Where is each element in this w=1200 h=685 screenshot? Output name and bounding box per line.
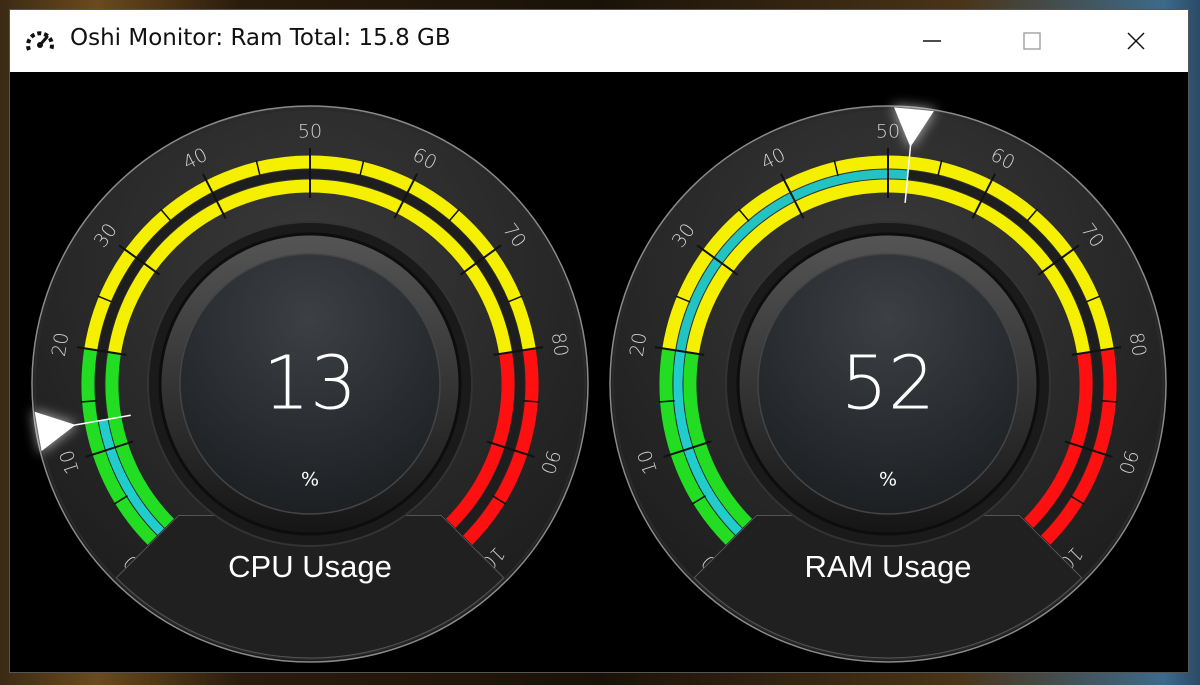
- app-window: Oshi Monitor: Ram Total: 15.8 GB 10 20 3…: [10, 10, 1188, 672]
- tick-label: 20: [626, 331, 652, 358]
- speedometer-icon: [26, 31, 54, 51]
- minimize-icon: [923, 40, 941, 42]
- gauges-canvas: 010203040506070809010013%CPU Usage010203…: [31, 105, 1167, 663]
- ram-unit: %: [879, 469, 897, 491]
- tick-label: 80: [547, 331, 573, 358]
- title-bar[interactable]: Oshi Monitor: Ram Total: 15.8 GB: [10, 10, 1188, 72]
- cpu-title: CPU Usage: [228, 549, 392, 584]
- tick-label: 50: [876, 121, 900, 143]
- cpu-value: 13: [263, 341, 357, 427]
- minimize-button[interactable]: [886, 10, 978, 72]
- cpu-unit: %: [301, 469, 319, 491]
- close-icon: [1127, 32, 1145, 50]
- gauge-cpu: 010203040506070809010013%CPU Usage: [31, 105, 589, 663]
- tick-label: 80: [1125, 331, 1151, 358]
- close-button[interactable]: [1090, 10, 1182, 72]
- maximize-icon: [1023, 32, 1041, 50]
- ram-value: 52: [841, 341, 935, 427]
- maximize-button[interactable]: [986, 10, 1078, 72]
- ram-title: RAM Usage: [804, 549, 971, 584]
- tick-label: 20: [48, 331, 74, 358]
- window-title: Oshi Monitor: Ram Total: 15.8 GB: [70, 25, 451, 51]
- tick-label: 50: [298, 121, 322, 143]
- gauge-ram: 010203040506070809010052%RAM Usage: [609, 105, 1167, 663]
- gauge-panel: 010203040506070809010013%CPU Usage010203…: [10, 72, 1188, 672]
